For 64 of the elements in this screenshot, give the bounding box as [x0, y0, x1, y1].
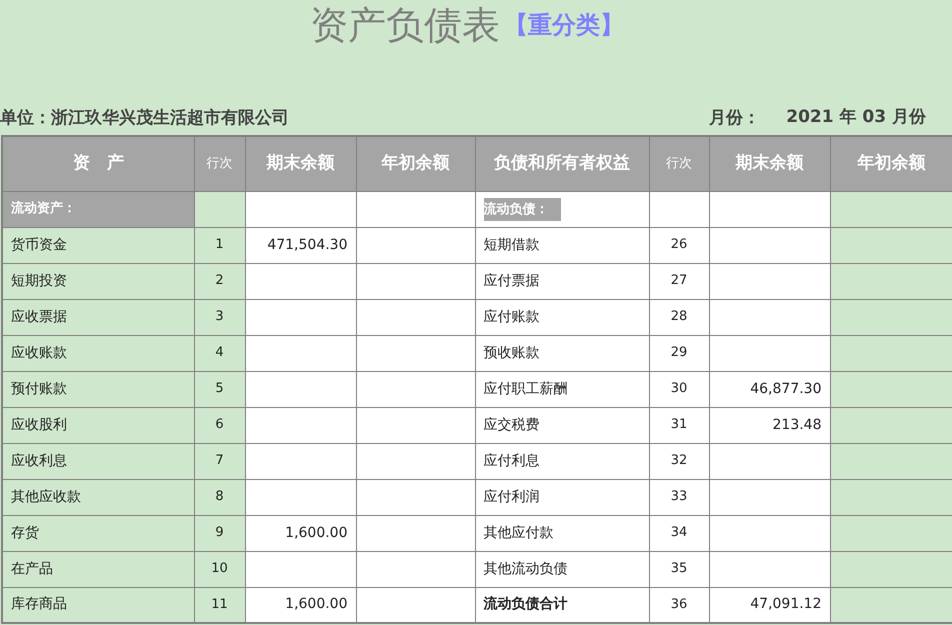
period-value: 2021 年 03 月份 [786, 106, 926, 130]
row-label: 应付利润 [484, 488, 540, 504]
row-label: 在产品 [11, 560, 53, 576]
row-label: 应收账款 [11, 344, 67, 360]
line-number: 5 [215, 381, 224, 396]
company-unit: 单位：浙江玖华兴茂生活超市有限公司 [0, 106, 289, 129]
row-label: 预收账款 [484, 344, 540, 360]
line-number: 36 [670, 597, 688, 612]
column-header: 年初余额 [356, 136, 475, 191]
row-label: 应收利息 [11, 452, 67, 468]
amount: 47,091.12 [750, 596, 822, 612]
amount: 1,600.00 [285, 596, 348, 612]
report-title: 资产负债表 [310, 4, 500, 49]
row-label: 应付职工薪酬 [484, 380, 568, 396]
column-header: 负债和所有者权益 [475, 136, 649, 191]
line-number: 34 [670, 525, 688, 540]
line-number: 7 [215, 453, 224, 468]
line-number: 29 [670, 345, 688, 360]
row-label: 其他应收款 [11, 488, 81, 504]
column-header: 期末余额 [709, 136, 830, 191]
row-label: 应收票据 [11, 308, 67, 324]
report-subtitle: 【重分类】 [504, 12, 624, 41]
row-label: 预付账款 [11, 380, 67, 396]
column-header: 行次 [194, 136, 245, 191]
line-number: 11 [211, 597, 228, 612]
amount: 213.48 [772, 416, 822, 432]
row-label: 应付利息 [484, 452, 540, 468]
amount: 1,600.00 [285, 524, 348, 540]
section-label: 流动负债： [484, 198, 560, 220]
row-label: 应交税费 [484, 416, 540, 432]
row-label: 流动负债合计 [484, 596, 568, 612]
line-number: 35 [670, 561, 688, 576]
column-header: 期末余额 [245, 136, 356, 191]
line-number: 6 [215, 417, 224, 432]
column-header: 资 产 [2, 136, 194, 191]
line-number: 2 [215, 273, 224, 288]
period-label: 月份： [709, 106, 760, 129]
line-number: 4 [215, 345, 224, 360]
line-number: 33 [670, 489, 688, 504]
line-number: 9 [215, 525, 224, 540]
line-number: 27 [670, 273, 688, 288]
row-label: 其他应付款 [484, 524, 554, 540]
row-label: 应付票据 [484, 272, 540, 288]
row-label: 短期投资 [11, 272, 67, 288]
line-number: 1 [215, 237, 224, 252]
line-number: 30 [670, 381, 688, 396]
line-number: 10 [211, 561, 228, 576]
row-label: 应收股利 [11, 416, 67, 432]
row-label: 存货 [11, 524, 39, 540]
line-number: 31 [670, 417, 688, 432]
row-label: 库存商品 [11, 596, 67, 612]
line-number: 28 [670, 309, 688, 324]
row-label: 短期借款 [484, 236, 540, 252]
amount: 471,504.30 [267, 236, 348, 252]
line-number: 8 [215, 489, 224, 504]
line-number: 3 [215, 309, 224, 324]
line-number: 26 [670, 237, 688, 252]
row-label: 其他流动负债 [484, 560, 568, 576]
section-label: 流动资产： [11, 201, 76, 216]
column-header: 行次 [649, 136, 709, 191]
line-number: 32 [670, 453, 688, 468]
amount: 46,877.30 [750, 380, 822, 396]
row-label: 货币资金 [11, 236, 67, 252]
row-label: 应付账款 [484, 308, 540, 324]
